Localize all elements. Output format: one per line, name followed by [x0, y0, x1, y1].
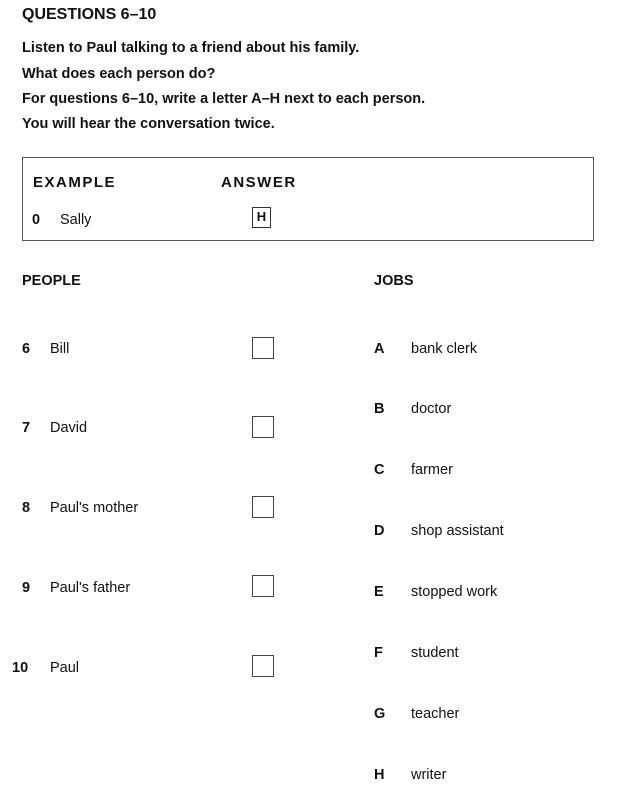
example-name: Sally	[60, 212, 92, 228]
person-name: Paul's mother	[50, 500, 139, 516]
answer-box-8[interactable]	[252, 496, 274, 518]
job-letter: F	[374, 645, 383, 661]
job-text: student	[411, 645, 459, 661]
person-number: 10	[12, 660, 29, 676]
job-letter: B	[374, 401, 385, 417]
person-number: 8	[22, 500, 31, 516]
person-number: 9	[22, 580, 31, 596]
job-letter: E	[374, 584, 384, 600]
instruction-line: Listen to Paul talking to a friend about…	[22, 40, 360, 56]
answer-heading: ANSWER	[221, 174, 297, 191]
person-number: 7	[22, 420, 31, 436]
job-letter: G	[374, 706, 386, 722]
instruction-line: You will hear the conversation twice.	[22, 116, 275, 132]
job-letter: A	[374, 341, 385, 357]
job-letter: C	[374, 462, 385, 478]
instruction-line: What does each person do?	[22, 66, 216, 82]
person-number: 6	[22, 341, 31, 357]
answer-box-9[interactable]	[252, 575, 274, 597]
people-heading: PEOPLE	[22, 273, 81, 289]
job-text: farmer	[411, 462, 453, 478]
answer-box-6[interactable]	[252, 337, 274, 359]
person-name: Paul's father	[50, 580, 131, 596]
answer-box-7[interactable]	[252, 416, 274, 438]
example-heading: EXAMPLE	[33, 174, 117, 191]
example-answer-box: H	[252, 207, 271, 228]
job-letter: D	[374, 523, 385, 539]
person-name: Paul	[50, 660, 80, 676]
person-name: Bill	[50, 341, 70, 357]
section-title: QUESTIONS 6–10	[22, 6, 157, 23]
job-letter: H	[374, 767, 385, 783]
job-text: teacher	[411, 706, 460, 722]
answer-box-10[interactable]	[252, 655, 274, 677]
job-text: stopped work	[411, 584, 498, 600]
example-number: 0	[32, 212, 41, 228]
job-text: doctor	[411, 401, 452, 417]
jobs-heading: JOBS	[374, 273, 414, 289]
job-text: writer	[411, 767, 447, 783]
job-text: shop assistant	[411, 523, 504, 539]
job-text: bank clerk	[411, 341, 478, 357]
person-name: David	[50, 420, 88, 436]
example-box	[22, 157, 594, 241]
instruction-line: For questions 6–10, write a letter A–H n…	[22, 91, 426, 107]
